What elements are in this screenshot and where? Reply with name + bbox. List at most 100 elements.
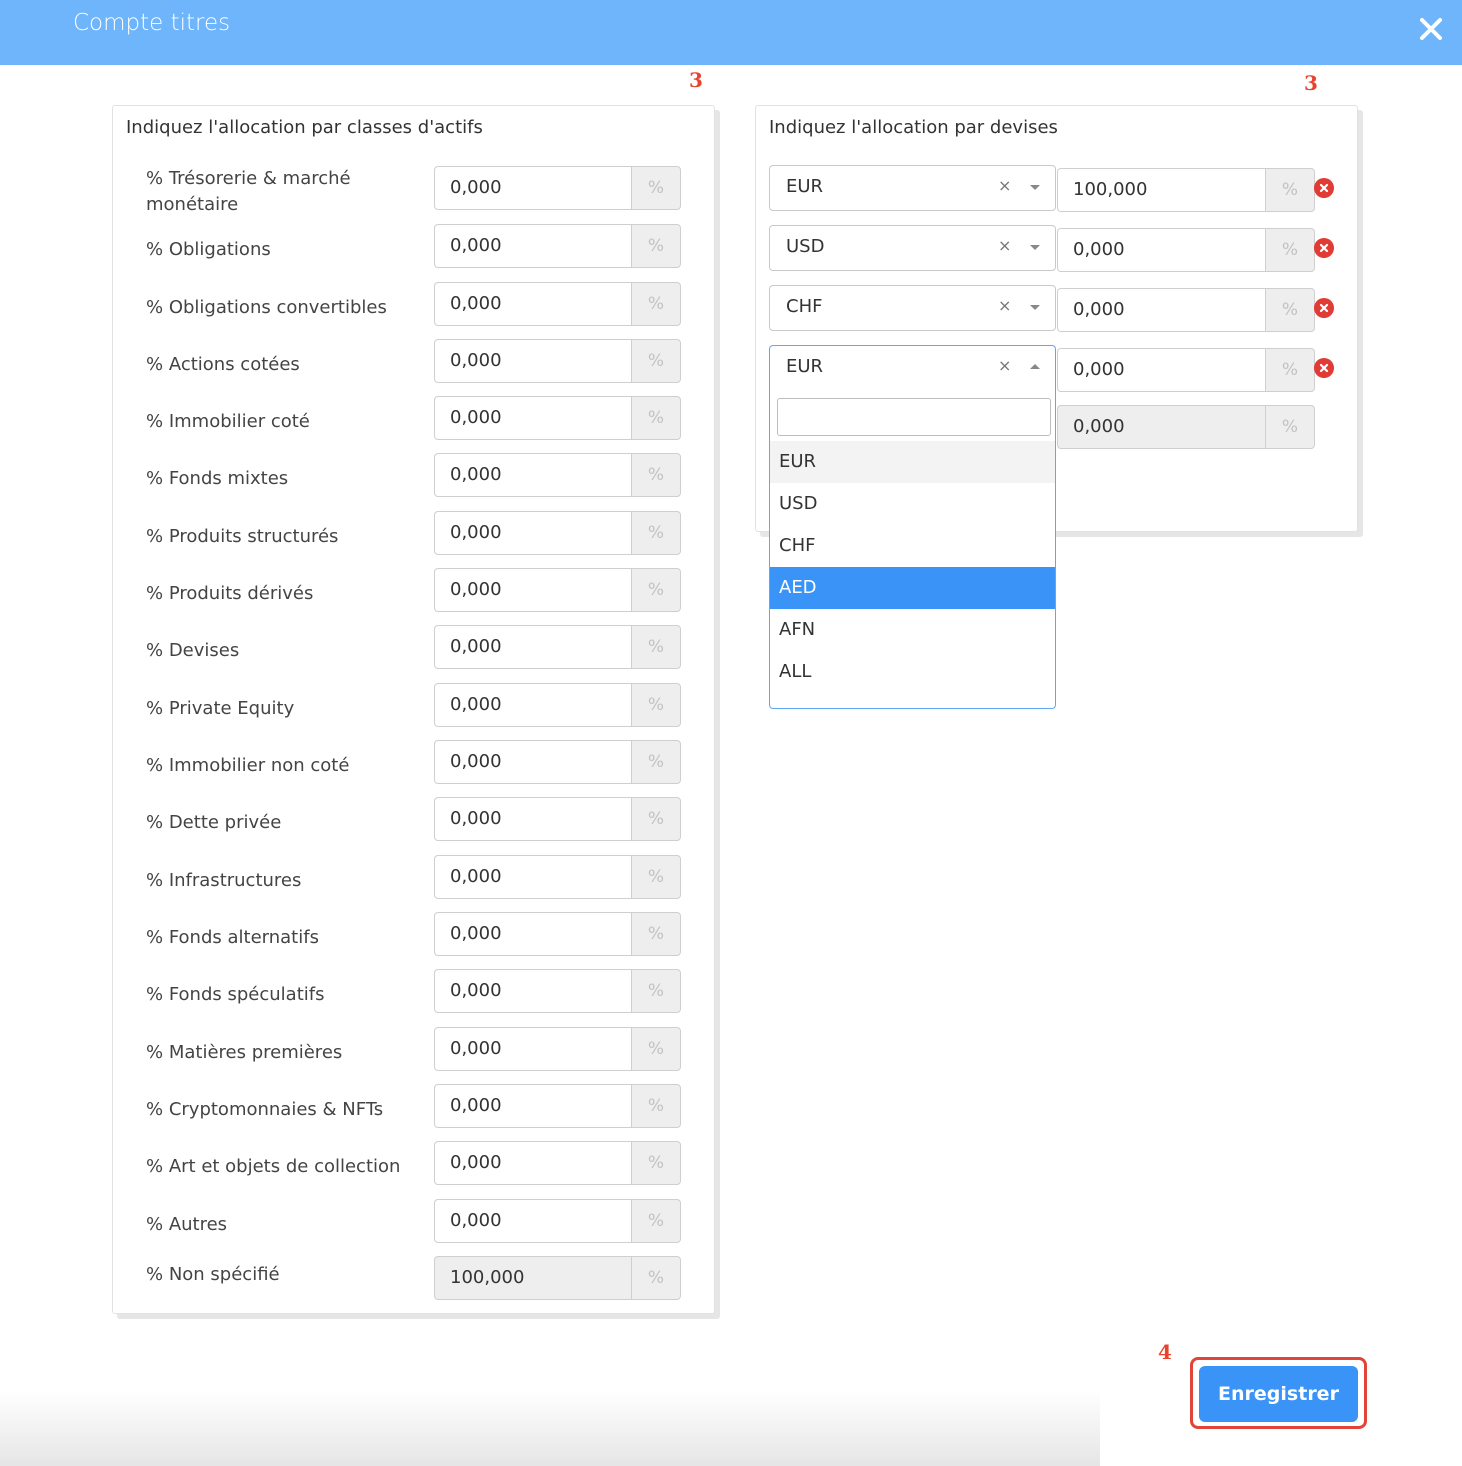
percent-addon: % [631,511,681,555]
currency-select[interactable]: CHF × [769,285,1056,331]
asset-percent-input[interactable]: 0,000 [434,1199,631,1243]
remove-row-icon[interactable] [1314,358,1334,378]
clear-selection-icon[interactable]: × [998,176,1011,195]
remove-row-icon[interactable] [1314,178,1334,198]
asset-percent-input[interactable]: 0,000 [434,855,631,899]
bottom-shadow [0,1390,1100,1466]
asset-percent-input[interactable]: 0,000 [434,453,631,497]
step-annotation-left: 3 [689,68,703,92]
currency-percent-group: 0,000% [1057,228,1315,272]
asset-allocation-panel: Indiquez l'allocation par classes d'acti… [112,105,715,1314]
asset-percent-input[interactable]: 0,000 [434,625,631,669]
percent-addon: % [1265,288,1315,332]
asset-row-label: % Private Equity [146,698,295,719]
clear-selection-icon[interactable]: × [998,296,1011,315]
percent-addon: % [631,396,681,440]
percent-addon: % [631,166,681,210]
asset-percent-input[interactable]: 0,000 [434,969,631,1013]
percent-addon: % [631,282,681,326]
asset-percent-input[interactable]: 0,000 [434,912,631,956]
asset-percent-input[interactable]: 0,000 [434,1084,631,1128]
asset-row-label: % Obligations [146,239,271,260]
asset-percent-group: 0,000% [434,855,681,899]
unspecified-percent-group: 100,000% [434,1256,681,1300]
asset-percent-group: 0,000% [434,912,681,956]
currency-remaining-value: 0,000 [1057,405,1265,449]
close-icon[interactable] [1414,12,1448,46]
caret-down-icon [1030,245,1040,250]
asset-row-label: % Art et objets de collection [146,1156,401,1177]
currency-percent-input[interactable]: 0,000 [1057,348,1265,392]
percent-addon: % [631,969,681,1013]
percent-addon: % [631,1199,681,1243]
clear-selection-icon[interactable]: × [998,356,1011,375]
percent-addon: % [1265,168,1315,212]
asset-percent-group: 0,000% [434,1141,681,1185]
percent-addon: % [631,855,681,899]
asset-percent-group: 0,000% [434,797,681,841]
asset-percent-input[interactable]: 0,000 [434,740,631,784]
currency-select[interactable]: EUR × [769,345,1056,391]
asset-row-label: % Produits structurés [146,526,339,547]
currency-dropdown: EUR USD CHF AED AFN ALL [769,390,1056,709]
asset-row-label: % Immobilier non coté [146,755,350,776]
percent-addon: % [631,740,681,784]
currency-option[interactable]: ALL [770,651,1055,693]
currency-select-value: USD [786,236,825,257]
currency-remaining-group: 0,000% [1057,405,1315,449]
remove-row-icon[interactable] [1314,238,1334,258]
remove-row-icon[interactable] [1314,298,1334,318]
currency-select-value: CHF [786,296,823,317]
asset-percent-input[interactable]: 0,000 [434,568,631,612]
asset-percent-group: 0,000% [434,511,681,555]
currency-option[interactable]: AED [770,567,1055,609]
percent-addon: % [1265,405,1315,449]
currency-select[interactable]: USD × [769,225,1056,271]
percent-addon: % [631,453,681,497]
currency-percent-input[interactable]: 0,000 [1057,228,1265,272]
currency-option[interactable]: CHF [770,525,1055,567]
currency-select-value: EUR [786,356,824,377]
currency-percent-input[interactable]: 0,000 [1057,288,1265,332]
asset-percent-input[interactable]: 0,000 [434,1141,631,1185]
currency-option[interactable]: USD [770,483,1055,525]
caret-down-icon [1030,305,1040,310]
asset-percent-group: 0,000% [434,453,681,497]
asset-row-label: % Devises [146,640,240,661]
asset-row-label: % Obligations convertibles [146,297,387,318]
save-button[interactable]: Enregistrer [1199,1366,1358,1422]
currency-option[interactable]: AFN [770,609,1055,651]
asset-percent-group: 0,000% [434,396,681,440]
currency-percent-input[interactable]: 100,000 [1057,168,1265,212]
asset-row-label: % Cryptomonnaies & NFTs [146,1099,384,1120]
asset-percent-group: 0,000% [434,1027,681,1071]
caret-down-icon [1030,185,1040,190]
asset-percent-input[interactable]: 0,000 [434,339,631,383]
currency-option[interactable]: EUR [770,441,1055,483]
currency-percent-group: 100,000% [1057,168,1315,212]
currency-percent-group: 0,000% [1057,288,1315,332]
asset-percent-input[interactable]: 0,000 [434,511,631,555]
step-annotation-right: 3 [1304,71,1318,95]
asset-percent-input[interactable]: 0,000 [434,1027,631,1071]
asset-percent-input[interactable]: 0,000 [434,282,631,326]
percent-addon: % [631,568,681,612]
asset-percent-group: 0,000% [434,969,681,1013]
asset-percent-input[interactable]: 0,000 [434,396,631,440]
currency-select[interactable]: EUR × [769,165,1056,211]
currency-search-input[interactable] [777,398,1051,436]
asset-percent-group: 0,000% [434,339,681,383]
asset-row-label: % Trésorerie & marché monétaire [146,168,351,215]
asset-row-label: % Matières premières [146,1042,343,1063]
asset-percent-group: 0,000% [434,1084,681,1128]
clear-selection-icon[interactable]: × [998,236,1011,255]
asset-row-label: % Actions cotées [146,354,300,375]
asset-percent-input[interactable]: 0,000 [434,683,631,727]
asset-percent-input[interactable]: 0,000 [434,224,631,268]
percent-addon: % [1265,228,1315,272]
asset-percent-input[interactable]: 0,000 [434,166,631,210]
asset-percent-group: 0,000% [434,683,681,727]
asset-percent-group: 0,000% [434,625,681,669]
asset-percent-group: 0,000% [434,740,681,784]
asset-percent-input[interactable]: 0,000 [434,797,631,841]
